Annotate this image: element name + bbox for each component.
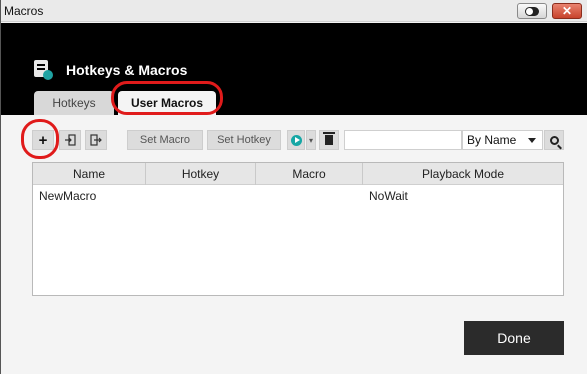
set-hotkey-button[interactable]: Set Hotkey	[207, 130, 281, 150]
cell-name: NewMacro	[39, 189, 97, 203]
title-bar: Macros ✕	[1, 0, 587, 22]
column-header-hotkey[interactable]: Hotkey	[146, 163, 256, 185]
import-button[interactable]	[59, 130, 81, 150]
play-options-dropdown[interactable]: ▾	[306, 130, 316, 150]
search-input[interactable]	[344, 130, 462, 150]
column-header-macro[interactable]: Macro	[256, 163, 363, 185]
table-row[interactable]: NewMacro NoWait	[33, 187, 563, 205]
sort-select-value: By Name	[467, 133, 517, 147]
sort-select[interactable]: By Name	[462, 130, 543, 150]
search-icon	[549, 135, 559, 145]
toggle-button[interactable]	[517, 3, 547, 19]
play-macro-button[interactable]	[287, 130, 305, 150]
chevron-down-icon: ▾	[308, 135, 313, 145]
trash-icon	[323, 132, 335, 145]
toggle-icon	[525, 6, 539, 16]
table-header: Name Hotkey Macro Playback Mode	[33, 163, 563, 185]
play-badge-icon	[43, 70, 53, 80]
search-button[interactable]	[544, 130, 564, 150]
set-hotkey-label: Set Hotkey	[217, 134, 271, 146]
macros-window: Macros ✕ Hotkeys & Macros Hotkeys User M…	[0, 0, 587, 374]
highlight-user-macros-tab	[111, 81, 223, 115]
delete-macro-button[interactable]	[319, 130, 339, 150]
macros-table: Name Hotkey Macro Playback Mode NewMacro…	[32, 162, 564, 296]
close-icon: ✕	[561, 4, 573, 18]
dialog-header: Hotkeys & Macros Hotkeys User Macros	[1, 23, 587, 115]
play-icon	[290, 134, 302, 146]
dialog-heading: Hotkeys & Macros	[66, 62, 188, 78]
set-macro-label: Set Macro	[139, 134, 191, 146]
cell-playback-mode: NoWait	[369, 189, 408, 203]
column-header-name[interactable]: Name	[33, 163, 146, 185]
window-title: Macros	[4, 4, 44, 18]
import-icon	[65, 134, 76, 146]
export-icon	[90, 134, 102, 146]
set-macro-button[interactable]: Set Macro	[127, 130, 203, 150]
highlight-add-button	[21, 119, 59, 159]
column-header-playback-mode[interactable]: Playback Mode	[363, 163, 563, 185]
chevron-down-icon	[528, 138, 536, 143]
tab-hotkeys[interactable]: Hotkeys	[34, 91, 114, 115]
close-button[interactable]: ✕	[552, 3, 582, 19]
tab-hotkeys-label: Hotkeys	[52, 96, 96, 110]
export-button[interactable]	[85, 130, 107, 150]
macro-document-icon	[34, 60, 53, 80]
done-label: Done	[497, 330, 531, 346]
done-button[interactable]: Done	[464, 321, 564, 355]
